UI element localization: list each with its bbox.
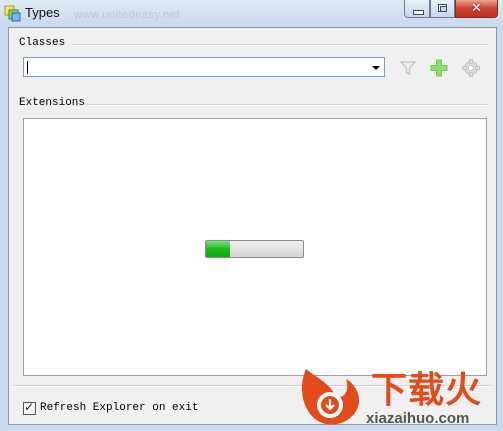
refresh-explorer-label[interactable]: Refresh Explorer on exit (40, 402, 198, 414)
flame-logo-icon (302, 369, 360, 425)
minimize-icon (413, 10, 424, 15)
settings-button[interactable] (461, 58, 481, 78)
maximize-button[interactable] (430, 0, 455, 18)
watermark-text-cn: 下载火 (371, 370, 483, 411)
extensions-label: Extensions (19, 97, 86, 109)
add-icon (430, 59, 448, 77)
title-overlay-text: www.unitedeasy.net (74, 9, 181, 21)
extensions-divider (85, 104, 487, 106)
filter-button[interactable] (398, 58, 418, 78)
app-icon (4, 5, 21, 22)
settings-icon (462, 59, 480, 77)
progress-fill (206, 241, 231, 257)
extensions-panel[interactable] (23, 118, 487, 376)
add-button[interactable] (429, 58, 449, 78)
classes-combobox[interactable] (23, 57, 385, 77)
chevron-down-icon[interactable] (372, 66, 380, 70)
refresh-explorer-checkbox[interactable]: ✓ (23, 400, 36, 415)
restore-icon (438, 4, 447, 12)
window-title: Types (25, 5, 60, 20)
title-bar[interactable]: Types www.unitedeasy.net ✕ (0, 0, 503, 27)
text-caret (27, 61, 28, 74)
filter-icon (399, 61, 417, 75)
classes-label: Classes (19, 37, 66, 49)
checkmark-icon: ✓ (24, 400, 35, 414)
watermark-text-en: xiazaihuo.com (366, 410, 470, 427)
close-icon: ✕ (471, 1, 482, 16)
loading-progress-bar (205, 240, 304, 258)
close-button[interactable]: ✕ (455, 0, 498, 18)
watermark: 下载火 xiazaihuo.com (294, 360, 503, 431)
classes-divider (73, 44, 487, 46)
minimize-button[interactable] (404, 0, 430, 18)
